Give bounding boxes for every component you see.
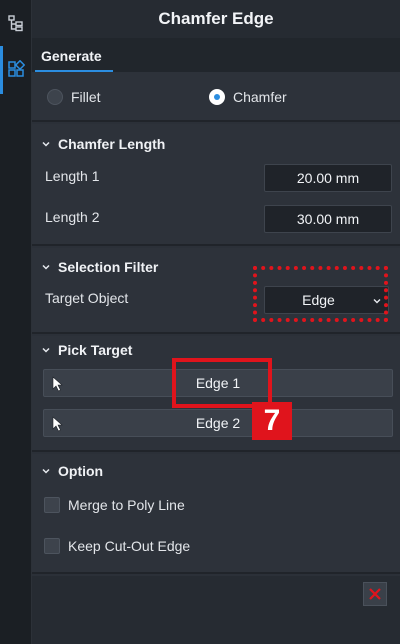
panel-title: Chamfer Edge (32, 0, 400, 38)
radio-unchecked-icon (47, 89, 63, 105)
pick-edge1-button[interactable]: Edge 1 (43, 369, 393, 397)
tree-icon[interactable] (3, 10, 29, 36)
selection-filter-title: Selection Filter (58, 259, 159, 275)
length2-field[interactable]: 30.00 mm (264, 205, 392, 233)
checkbox-unchecked-icon (44, 497, 60, 513)
option-section: Option Merge to Poly Line Keep Cut-Out E… (32, 454, 400, 574)
close-button[interactable] (363, 582, 387, 606)
target-object-value: Edge (302, 292, 335, 308)
keep-cut-out-edge-checkbox[interactable]: Keep Cut-Out Edge (44, 538, 190, 554)
pick-edge1-label: Edge 1 (195, 375, 241, 391)
chamfer-radio[interactable]: Chamfer (209, 89, 287, 105)
merge-to-poly-line-label: Merge to Poly Line (68, 497, 185, 513)
length1-field[interactable]: 20.00 mm (264, 164, 392, 192)
keep-cut-out-edge-label: Keep Cut-Out Edge (68, 538, 191, 554)
pick-target-section: Pick Target Edge 1 Edge 2 (32, 336, 400, 452)
fillet-label: Fillet (71, 89, 101, 105)
chamfer-edge-panel: Chamfer Edge Generate Fillet Chamfer Cha… (32, 0, 400, 644)
chamfer-length-section: Chamfer Length Length 1 20.00 mm Length … (32, 124, 400, 246)
radio-checked-icon (209, 89, 225, 105)
left-rail (0, 0, 32, 644)
mode-section: Fillet Chamfer (32, 72, 400, 122)
target-object-select[interactable]: Edge (264, 286, 389, 314)
chevron-down-icon (42, 347, 50, 353)
pick-target-title: Pick Target (58, 342, 133, 358)
selection-filter-section: Selection Filter Target Object Edge (32, 248, 400, 334)
chamfer-length-title: Chamfer Length (58, 136, 166, 152)
tab-bar: Generate (32, 38, 400, 72)
chevron-down-icon (373, 299, 381, 304)
chevron-down-icon (42, 468, 50, 474)
pick-edge2-button[interactable]: Edge 2 (43, 409, 393, 437)
selection-filter-header[interactable]: Selection Filter (42, 259, 158, 275)
pick-target-header[interactable]: Pick Target (42, 342, 132, 358)
chevron-down-icon (42, 141, 50, 147)
length2-label: Length 2 (45, 209, 100, 225)
fillet-radio[interactable]: Fillet (47, 89, 101, 105)
panel-footer (32, 576, 400, 644)
length1-label: Length 1 (45, 168, 100, 184)
step-badge: 7 (252, 402, 292, 440)
chamfer-length-header[interactable]: Chamfer Length (42, 136, 165, 152)
chevron-down-icon (42, 264, 50, 270)
layout-icon[interactable] (0, 46, 29, 94)
checkbox-unchecked-icon (44, 538, 60, 554)
target-object-label: Target Object (45, 290, 129, 306)
option-header[interactable]: Option (42, 463, 103, 479)
option-title: Option (58, 463, 104, 479)
pick-edge2-label: Edge 2 (195, 415, 241, 431)
tab-generate[interactable]: Generate (35, 48, 113, 72)
merge-to-poly-line-checkbox[interactable]: Merge to Poly Line (44, 497, 185, 513)
chamfer-label: Chamfer (233, 89, 287, 105)
close-icon (369, 588, 381, 600)
